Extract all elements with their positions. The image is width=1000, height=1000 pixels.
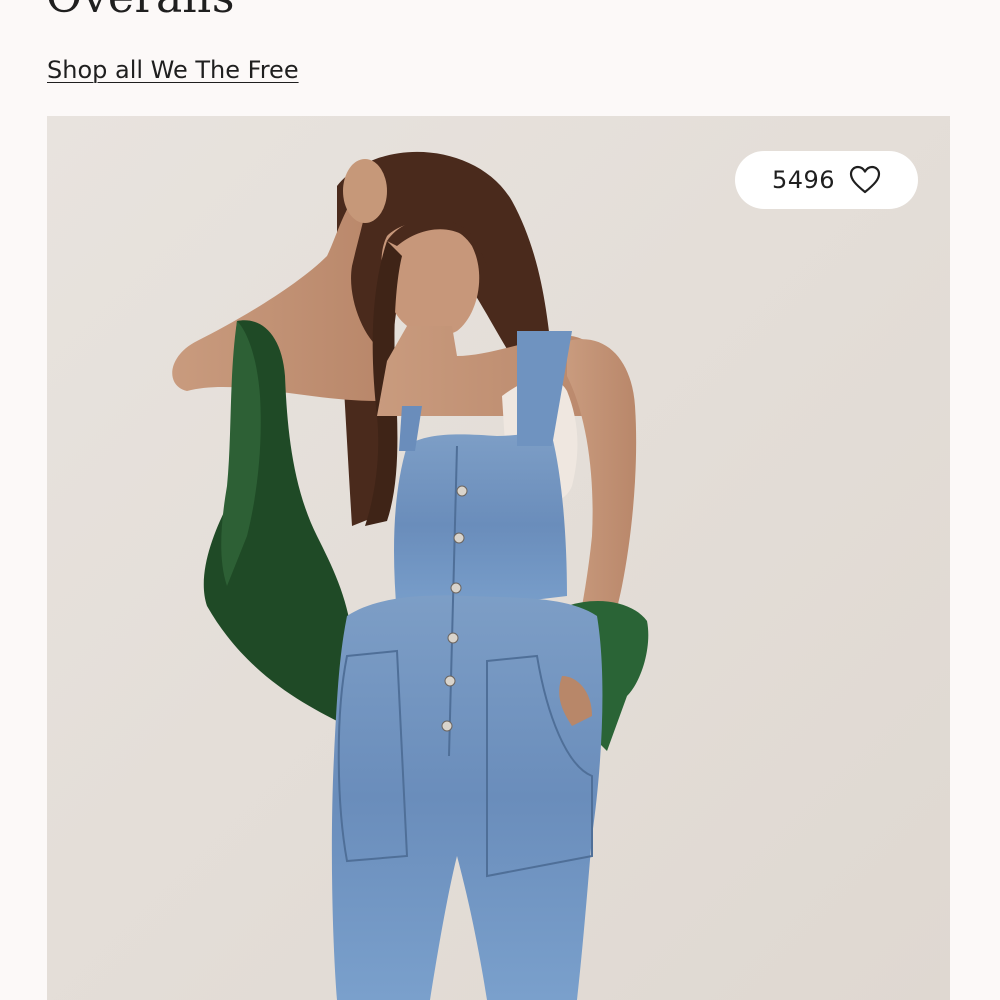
product-title: Overalls <box>46 0 235 26</box>
shop-all-link[interactable]: Shop all We The Free <box>47 54 299 86</box>
heart-icon <box>849 165 881 195</box>
favorite-button[interactable]: 5496 <box>735 151 918 209</box>
product-page: Overalls Shop all We The Free <box>0 0 1000 1000</box>
product-photo-illustration <box>47 116 950 1000</box>
product-image[interactable] <box>47 116 950 1000</box>
favorite-count: 5496 <box>771 166 836 194</box>
